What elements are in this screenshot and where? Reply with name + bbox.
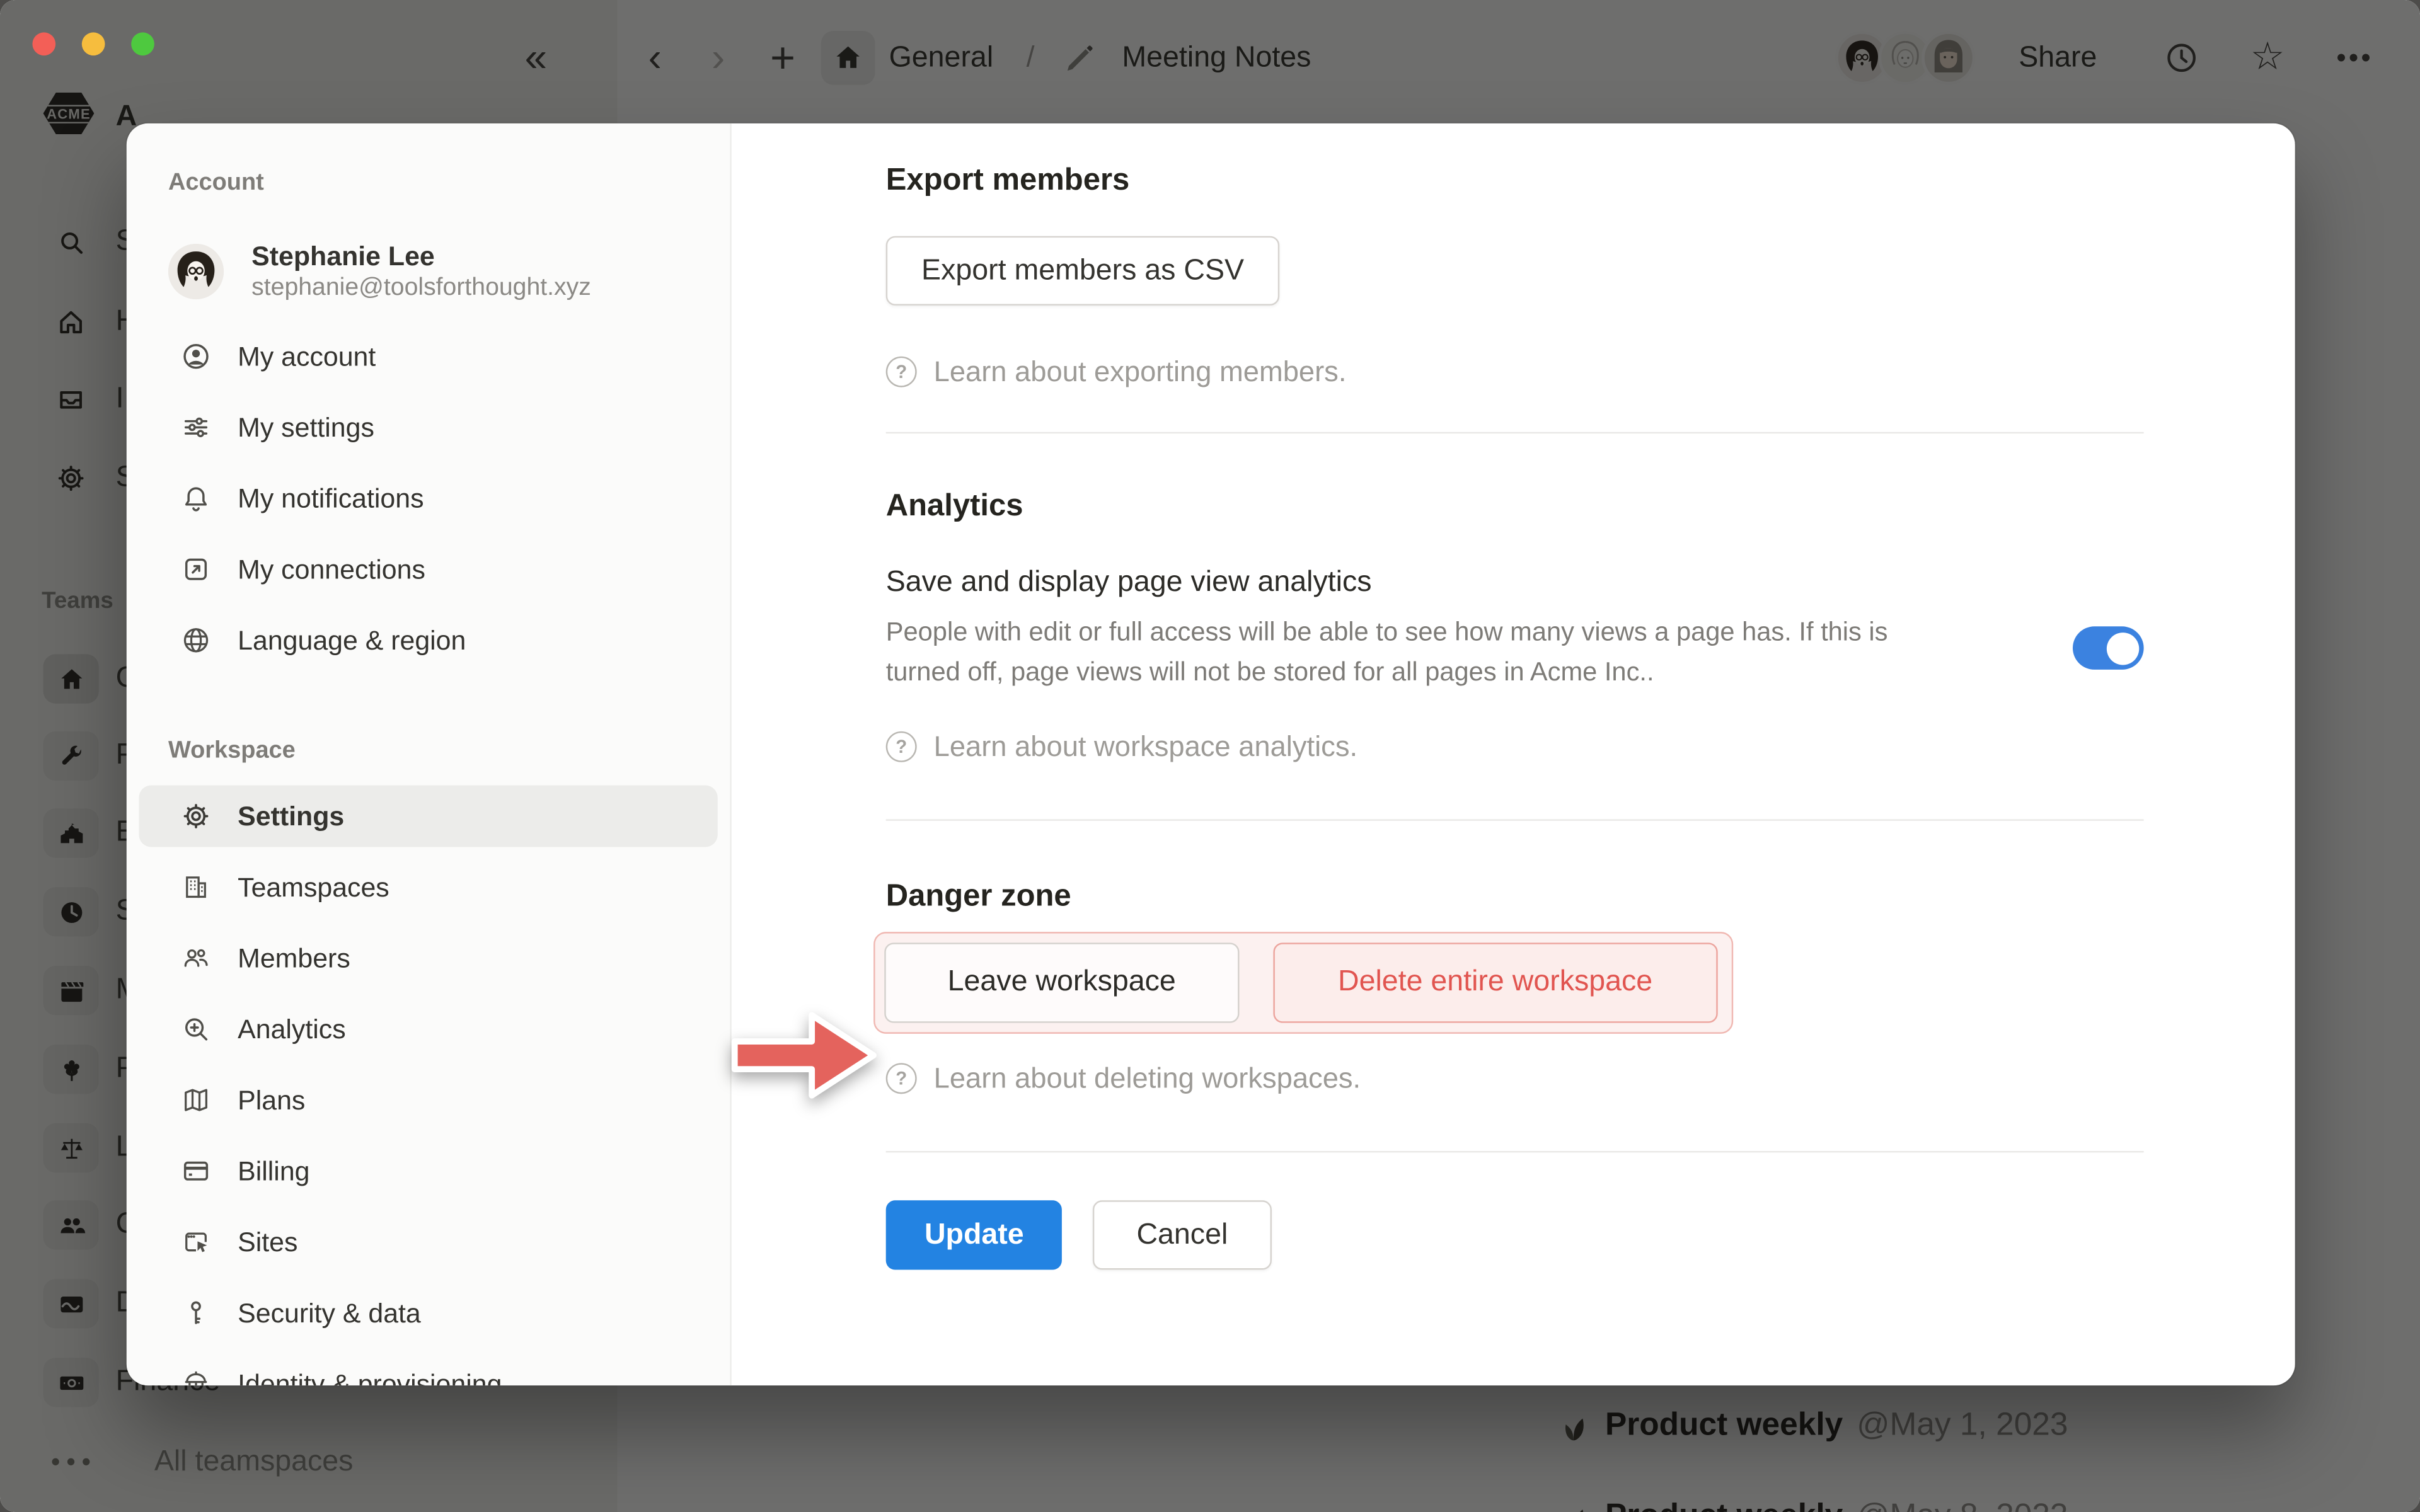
browser-cursor-icon: [181, 1227, 212, 1257]
sidebar-item-billing[interactable]: Billing: [127, 1140, 730, 1202]
export-members-csv-button[interactable]: Export members as CSV: [886, 236, 1280, 306]
sidebar-item-settings[interactable]: Settings: [139, 786, 717, 847]
sidebar-item-teamspaces[interactable]: Teamspaces: [127, 856, 730, 918]
account-user[interactable]: Stephanie Lee stephanie@toolsforthought.…: [168, 239, 730, 304]
export-members-title: Export members: [886, 164, 2144, 199]
minimize-window-button[interactable]: [82, 32, 105, 55]
sliders-icon: [181, 412, 212, 443]
export-help-link[interactable]: ? Learn about exporting members.: [886, 355, 2144, 389]
zoom-window-button[interactable]: [131, 32, 154, 55]
sidebar-item-my-notifications[interactable]: My notifications: [127, 467, 730, 529]
danger-help-link[interactable]: ? Learn about deleting workspaces.: [886, 1062, 2144, 1096]
arrow-out-box-icon: [181, 554, 212, 585]
globe-icon: [181, 625, 212, 656]
modal-footer: Update Cancel: [886, 1200, 2144, 1269]
danger-zone-title: Danger zone: [886, 879, 2144, 915]
analytics-title: Analytics: [886, 489, 2144, 524]
person-circle-icon: [181, 341, 212, 372]
help-circle-icon: ?: [886, 357, 917, 387]
map-icon: [181, 1085, 212, 1116]
bell-icon: [181, 483, 212, 514]
magnifier-plus-icon: [181, 1014, 212, 1045]
sidebar-item-members[interactable]: Members: [127, 927, 730, 989]
account-menu: My account My settings My notifications …: [127, 326, 730, 672]
annotation-arrow-icon: [729, 1004, 883, 1106]
user-email: stephanie@toolsforthought.xyz: [251, 273, 591, 304]
building-icon: [181, 872, 212, 903]
app-window: ACME A S H I S Teams G P E: [0, 0, 2420, 1512]
close-window-button[interactable]: [32, 32, 55, 55]
sidebar-item-language-region[interactable]: Language & region: [127, 609, 730, 671]
analytics-toggle[interactable]: [2073, 626, 2144, 670]
danger-zone-box: Leave workspace Delete entire workspace: [873, 932, 1733, 1034]
people-icon: [181, 942, 212, 973]
analytics-setting-description: People with edit or full access will be …: [886, 612, 1951, 692]
update-button[interactable]: Update: [886, 1200, 1063, 1269]
bank-icon: [181, 1368, 212, 1385]
delete-workspace-button[interactable]: Delete entire workspace: [1273, 942, 1717, 1022]
settings-content: Export members Export members as CSV ? L…: [732, 123, 2295, 1385]
analytics-setting-title: Save and display page view analytics: [886, 566, 1951, 600]
settings-modal: Account Stephanie Lee stephanie@toolsfor…: [127, 123, 2295, 1385]
gear-icon: [181, 801, 212, 832]
key-icon: [181, 1298, 212, 1329]
user-name: Stephanie Lee: [251, 239, 591, 273]
leave-workspace-button[interactable]: Leave workspace: [884, 942, 1239, 1022]
sidebar-item-my-account[interactable]: My account: [127, 326, 730, 387]
help-circle-icon: ?: [886, 1063, 917, 1094]
window-controls: [32, 32, 154, 55]
sidebar-item-sites[interactable]: Sites: [127, 1211, 730, 1273]
account-section-label: Account: [168, 169, 730, 197]
analytics-help-link[interactable]: ? Learn about workspace analytics.: [886, 730, 2144, 764]
credit-card-icon: [181, 1155, 212, 1186]
sidebar-item-security-data[interactable]: Security & data: [127, 1282, 730, 1344]
divider: [886, 432, 2144, 433]
settings-sidebar: Account Stephanie Lee stephanie@toolsfor…: [127, 123, 732, 1385]
sidebar-item-plans[interactable]: Plans: [127, 1069, 730, 1131]
analytics-setting-row: Save and display page view analytics Peo…: [886, 566, 2144, 693]
divider: [886, 1151, 2144, 1152]
workspace-section-label: Workspace: [168, 738, 730, 765]
sidebar-item-analytics[interactable]: Analytics: [127, 998, 730, 1060]
workspace-menu: Settings Teamspaces Members Analytics Pl…: [127, 786, 730, 1386]
help-circle-icon: ?: [886, 731, 917, 762]
sidebar-item-identity-provisioning[interactable]: Identity & provisioning: [127, 1353, 730, 1385]
cancel-button[interactable]: Cancel: [1093, 1200, 1271, 1269]
toggle-knob: [2107, 632, 2139, 664]
user-avatar: [168, 244, 224, 299]
sidebar-item-my-settings[interactable]: My settings: [127, 396, 730, 458]
sidebar-item-my-connections[interactable]: My connections: [127, 539, 730, 600]
divider: [886, 819, 2144, 820]
